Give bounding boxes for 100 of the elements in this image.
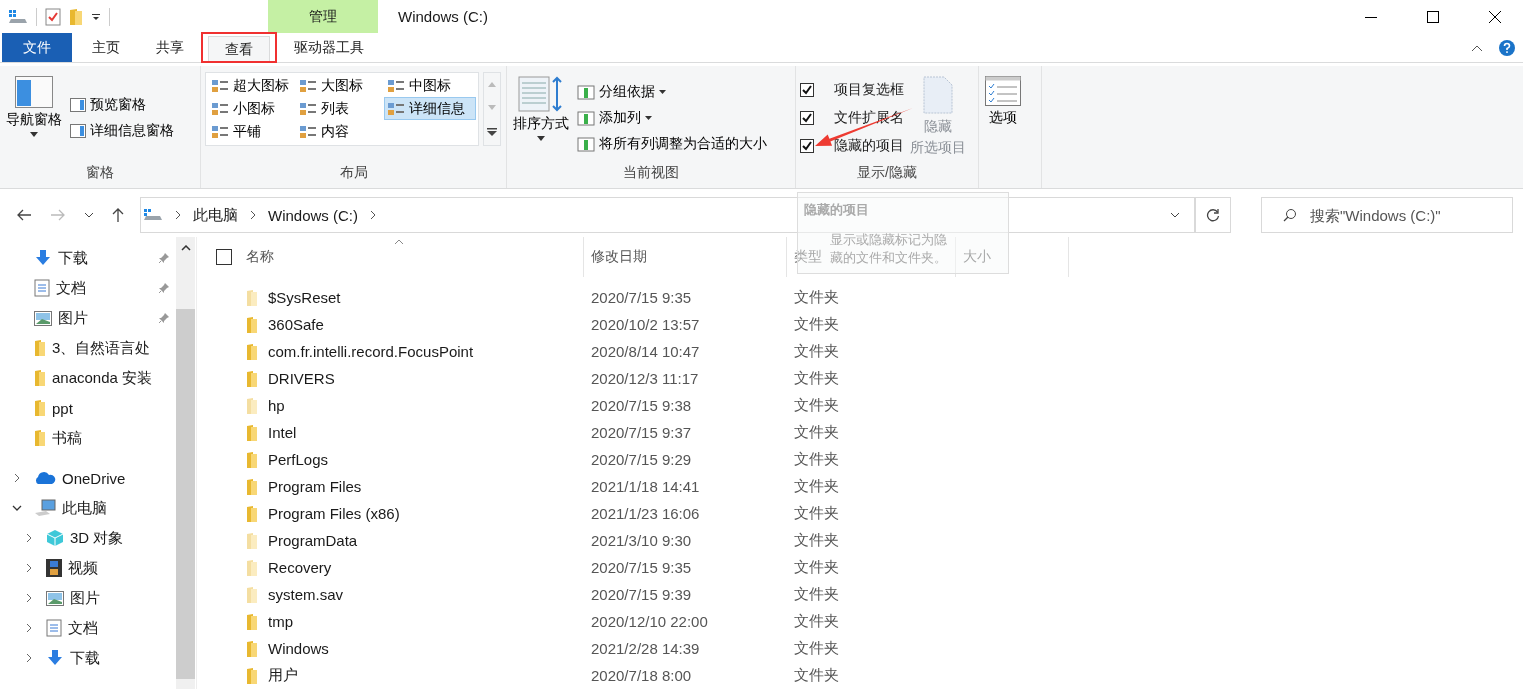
options-button[interactable]: 选项 — [983, 72, 1023, 188]
view-option-button[interactable]: 添加列 — [575, 107, 769, 129]
window-title: Windows (C:) — [398, 8, 488, 25]
pin-icon[interactable] — [158, 312, 170, 324]
nav-item[interactable]: 下载 — [0, 643, 176, 673]
nav-item[interactable]: 图片 — [0, 583, 176, 613]
file-name[interactable]: 用户 — [268, 666, 298, 685]
file-name[interactable]: $SysReset — [268, 289, 341, 306]
folder-icon — [34, 339, 46, 357]
collapse-icon[interactable] — [1471, 43, 1483, 52]
file-name[interactable]: system.sav — [268, 586, 343, 603]
checkbox[interactable] — [800, 139, 814, 153]
view-option-button[interactable]: 将所有列调整为合适的大小 — [575, 133, 769, 155]
chevron-down-icon[interactable] — [12, 505, 22, 511]
nav-item[interactable]: 3D 对象 — [0, 523, 176, 553]
help-icon[interactable] — [1499, 39, 1515, 56]
chevron-down-icon[interactable] — [1170, 212, 1180, 218]
refresh-button[interactable] — [1195, 197, 1231, 233]
checkbox[interactable] — [800, 83, 814, 97]
expand-gallery-icon[interactable] — [487, 128, 497, 136]
nav-item[interactable]: 文档 — [0, 273, 176, 303]
file-name[interactable]: Recovery — [268, 559, 332, 576]
scroll-up-icon[interactable] — [180, 245, 191, 251]
navigation-pane-button[interactable]: 导航窗格 — [4, 72, 64, 164]
scrollbar[interactable] — [176, 237, 195, 689]
checkbox[interactable] — [800, 111, 814, 125]
nav-item[interactable]: anaconda 安装 — [0, 363, 176, 393]
breadcrumb[interactable]: 此电脑 — [193, 205, 238, 225]
chevron-right-icon[interactable] — [14, 473, 20, 483]
chevron-right-icon[interactable] — [26, 593, 32, 603]
group-label: 窗格 — [85, 164, 115, 182]
nav-item[interactable]: 3、自然语言处 — [0, 333, 176, 363]
file-name[interactable]: Program Files — [268, 478, 362, 495]
pane-option-button[interactable]: 详细信息窗格 — [68, 120, 176, 142]
layout-option[interactable]: 中图标 — [384, 74, 476, 97]
nav-item[interactable]: 下载 — [0, 243, 176, 273]
file-name[interactable]: PerfLogs — [268, 451, 329, 468]
chevron-right-icon[interactable] — [175, 210, 181, 220]
layout-option[interactable]: 超大图标 — [208, 74, 296, 97]
nav-item[interactable]: 文档 — [0, 613, 176, 643]
view-icon — [211, 101, 229, 116]
file-tab[interactable]: 文件 — [2, 33, 72, 62]
pane-option-button[interactable]: 预览窗格 — [68, 94, 176, 116]
search-field[interactable]: 搜索"Windows (C:)" — [1261, 197, 1513, 233]
column-header[interactable]: 名称 — [246, 248, 274, 266]
dropdown-icon[interactable] — [91, 11, 101, 22]
layout-option[interactable]: 内容 — [296, 120, 384, 143]
file-name[interactable]: ProgramData — [268, 532, 358, 549]
layout-option[interactable]: 大图标 — [296, 74, 384, 97]
column-header[interactable]: 修改日期 — [591, 248, 647, 266]
chevron-right-icon[interactable] — [370, 210, 376, 220]
sort-icon — [518, 76, 564, 112]
nav-item[interactable]: 此电脑 — [0, 493, 176, 523]
chevron-right-icon[interactable] — [250, 210, 256, 220]
up-icon[interactable] — [112, 207, 124, 223]
chevron-right-icon[interactable] — [26, 653, 32, 663]
chevron-down-icon[interactable] — [84, 212, 94, 218]
nav-item[interactable]: 图片 — [0, 303, 176, 333]
sort-by-button[interactable]: 排序方式 — [511, 72, 571, 164]
pin-icon[interactable] — [158, 282, 170, 294]
nav-item[interactable]: OneDrive — [0, 463, 176, 493]
select-all-checkbox[interactable] — [216, 249, 232, 265]
properties-icon[interactable] — [45, 7, 61, 26]
back-icon[interactable] — [16, 209, 32, 221]
date-cell: 2020/12/10 22:00 — [591, 613, 708, 630]
drive-icon[interactable] — [8, 8, 28, 25]
gallery-scrollbar[interactable] — [483, 72, 501, 146]
close-icon[interactable] — [1489, 10, 1501, 23]
type-cell: 文件夹 — [794, 288, 839, 307]
pin-icon[interactable] — [158, 252, 170, 264]
maximize-icon[interactable] — [1427, 10, 1439, 23]
view-icon — [299, 124, 317, 139]
chevron-right-icon[interactable] — [26, 563, 32, 573]
nav-item[interactable]: 书稿 — [0, 423, 176, 453]
date-cell: 2020/12/3 11:17 — [591, 370, 699, 387]
layout-option[interactable]: 平铺 — [208, 120, 296, 143]
file-name[interactable]: Intel — [268, 424, 297, 441]
scrollbar-thumb[interactable] — [176, 309, 195, 679]
file-name[interactable]: 360Safe — [268, 316, 324, 333]
view-icon — [299, 78, 317, 93]
nav-item[interactable]: 视频 — [0, 553, 176, 583]
view-icon — [211, 124, 229, 139]
file-name[interactable]: Windows — [268, 640, 329, 657]
options-icon — [985, 76, 1021, 106]
file-name[interactable]: DRIVERS — [268, 370, 335, 387]
layout-option[interactable]: 详细信息 — [384, 97, 476, 120]
type-cell: 文件夹 — [794, 369, 839, 388]
nav-item[interactable]: ppt — [0, 393, 176, 423]
file-name[interactable]: hp — [268, 397, 285, 414]
breadcrumb[interactable]: Windows (C:) — [268, 206, 358, 224]
ribbon-tab[interactable]: 查看 — [208, 36, 270, 62]
layout-option[interactable]: 列表 — [296, 97, 384, 120]
chevron-right-icon[interactable] — [26, 533, 32, 543]
type-cell: 文件夹 — [794, 342, 839, 361]
file-name[interactable]: Program Files (x86) — [268, 505, 400, 522]
layout-option[interactable]: 小图标 — [208, 97, 296, 120]
file-name[interactable]: com.fr.intelli.record.FocusPoint — [268, 343, 474, 360]
file-name[interactable]: tmp — [268, 613, 293, 630]
chevron-right-icon[interactable] — [26, 623, 32, 633]
view-option-button[interactable]: 分组依据 — [575, 81, 769, 103]
